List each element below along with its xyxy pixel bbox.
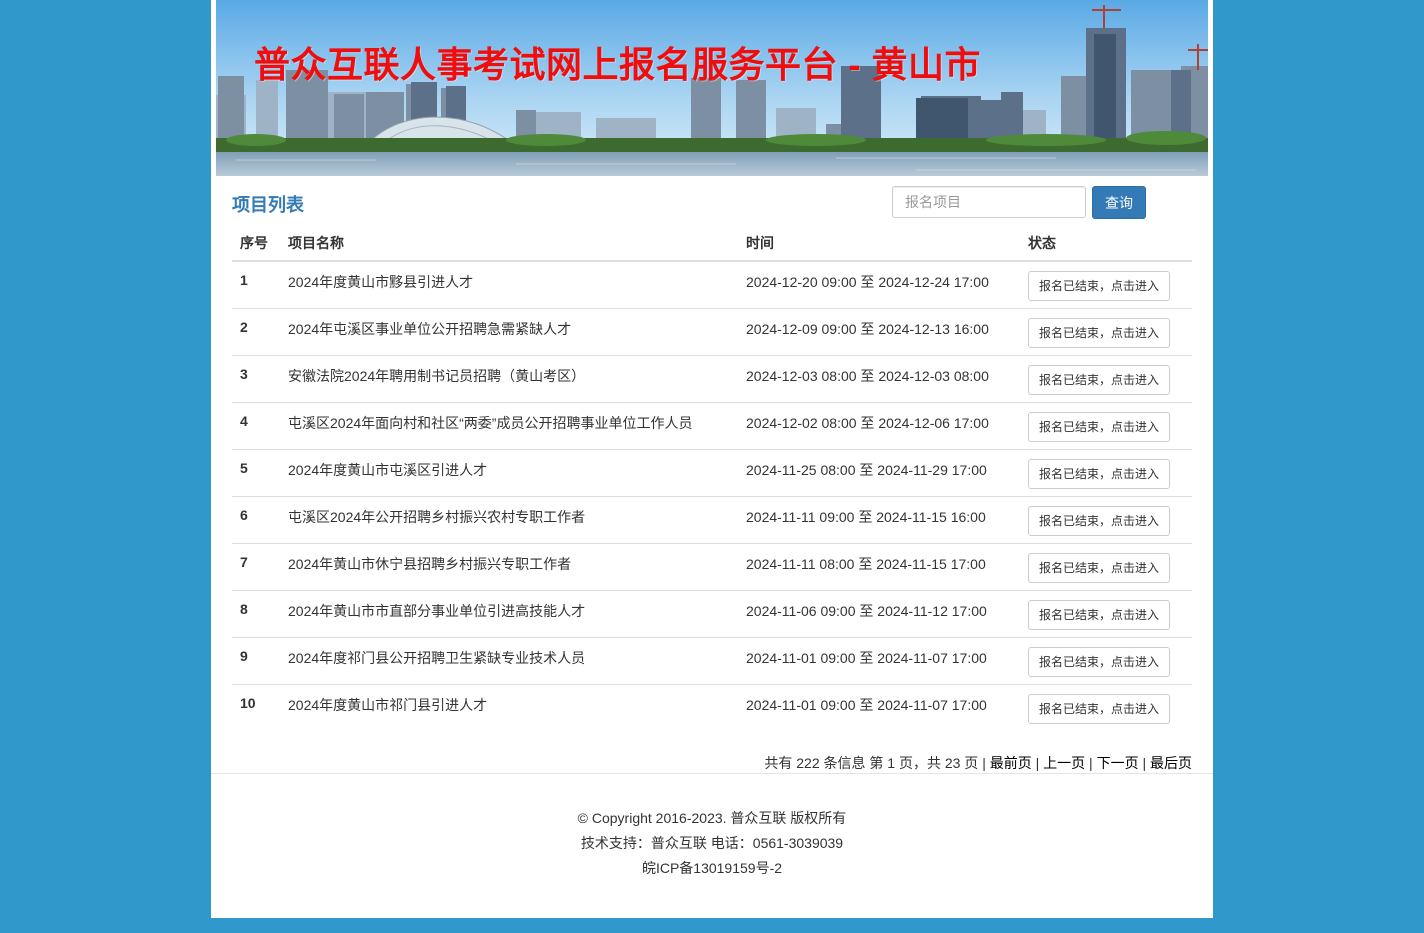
- project-name: 屯溪区2024年面向村和社区“两委”成员公开招聘事业单位工作人员: [280, 401, 738, 449]
- project-time: 2024-12-20 09:00 至 2024-12-24 17:00: [746, 274, 989, 290]
- pagination: 共有 222 条信息 第 1 页，共 23 页 | 最前页 | 上一页 | 下一…: [764, 753, 1192, 773]
- column-header-status: 状态: [1020, 226, 1192, 262]
- project-name: 屯溪区2024年公开招聘乡村振兴农村专职工作者: [280, 495, 738, 543]
- row-index: 1: [240, 272, 248, 288]
- search-button[interactable]: 查询: [1092, 186, 1146, 219]
- footer-support: 技术支持：普众互联 电话：0561-3039039: [580, 835, 844, 851]
- enter-project-button[interactable]: 报名已结束，点击进入: [1028, 364, 1171, 395]
- project-name: 2024年黄山市市直部分事业单位引进高技能人才: [280, 589, 738, 637]
- enter-project-button[interactable]: 报名已结束，点击进入: [1028, 552, 1171, 583]
- table-row: 2 2024年屯溪区事业单位公开招聘急需紧缺人才 2024-12-09 09:0…: [232, 307, 1192, 355]
- pagination-separator: |: [1142, 755, 1147, 771]
- project-time: 2024-11-06 09:00 至 2024-11-12 17:00: [738, 589, 1020, 637]
- project-time: 2024-11-11 09:00 至 2024-11-15 16:00: [738, 495, 1020, 543]
- header-banner: 普众互联人事考试网上报名服务平台 - 黄山市: [216, 0, 1208, 176]
- enter-project-button[interactable]: 报名已结束，点击进入: [1028, 693, 1171, 724]
- project-time: 2024-12-02 08:00 至 2024-12-06 17:00: [738, 401, 1020, 449]
- next-page-link[interactable]: 下一页: [1097, 755, 1139, 771]
- first-page-link[interactable]: 最前页: [990, 755, 1032, 771]
- enter-project-button[interactable]: 报名已结束，点击进入: [1028, 271, 1171, 301]
- footer-copyright: © Copyright 2016-2023. 普众互联 版权所有: [577, 810, 847, 826]
- enter-project-button[interactable]: 报名已结束，点击进入: [1028, 599, 1171, 630]
- table-row: 6 屯溪区2024年公开招聘乡村振兴农村专职工作者 2024-11-11 09:…: [232, 495, 1192, 543]
- project-name: 2024年度祁门县公开招聘卫生紧缺专业技术人员: [280, 636, 738, 684]
- footer-icp: 皖ICP备13019159号-2: [641, 860, 783, 876]
- enter-project-button[interactable]: 报名已结束，点击进入: [1028, 317, 1171, 348]
- project-time: 2024-12-03 08:00 至 2024-12-03 08:00: [738, 354, 1020, 402]
- city-skyline-image: [216, 0, 1208, 176]
- table-row: 8 2024年黄山市市直部分事业单位引进高技能人才 2024-11-06 09:…: [232, 589, 1192, 637]
- project-time: 2024-12-09 09:00 至 2024-12-13 16:00: [738, 307, 1020, 355]
- search-input[interactable]: [892, 186, 1086, 218]
- row-index: 2: [232, 307, 280, 355]
- enter-project-button[interactable]: 报名已结束，点击进入: [1028, 458, 1171, 489]
- section-title: 项目列表: [232, 195, 304, 215]
- table-row: 1 2024年度黄山市黟县引进人才 2024-12-20 09:00 至 202…: [232, 261, 1192, 308]
- table-header-row: 序号 项目名称 时间 状态: [232, 226, 1192, 262]
- project-time: 2024-11-01 09:00 至 2024-11-07 17:00: [738, 683, 1020, 731]
- row-index: 10: [232, 683, 280, 731]
- footer: © Copyright 2016-2023. 普众互联 版权所有 技术支持：普众…: [211, 806, 1213, 881]
- project-name: 2024年度黄山市屯溪区引进人才: [280, 448, 738, 496]
- table-row: 5 2024年度黄山市屯溪区引进人才 2024-11-25 08:00 至 20…: [232, 448, 1192, 496]
- table-row: 3 安徽法院2024年聘用制书记员招聘（黄山考区） 2024-12-03 08:…: [232, 354, 1192, 402]
- page-container: 普众互联人事考试网上报名服务平台 - 黄山市 项目列表 查询 序号 项目名称 时…: [211, 0, 1213, 918]
- row-index: 6: [232, 495, 280, 543]
- column-header-time: 时间: [738, 226, 1020, 262]
- project-name: 2024年度黄山市黟县引进人才: [288, 274, 474, 290]
- row-index: 5: [232, 448, 280, 496]
- footer-divider: [211, 773, 1213, 774]
- project-name: 2024年度黄山市祁门县引进人才: [280, 683, 738, 731]
- site-title: 普众互联人事考试网上报名服务平台 - 黄山市: [254, 44, 981, 85]
- row-index: 9: [232, 636, 280, 684]
- project-time: 2024-11-01 09:00 至 2024-11-07 17:00: [738, 636, 1020, 684]
- row-index: 4: [232, 401, 280, 449]
- project-name: 安徽法院2024年聘用制书记员招聘（黄山考区）: [280, 354, 738, 402]
- enter-project-button[interactable]: 报名已结束，点击进入: [1028, 411, 1171, 442]
- row-index: 7: [232, 542, 280, 590]
- project-name: 2024年屯溪区事业单位公开招聘急需紧缺人才: [280, 307, 738, 355]
- project-time: 2024-11-25 08:00 至 2024-11-29 17:00: [738, 448, 1020, 496]
- table-row: 10 2024年度黄山市祁门县引进人才 2024-11-01 09:00 至 2…: [232, 683, 1192, 731]
- pagination-summary: 共有 222 条信息 第 1 页，共 23 页: [764, 755, 979, 771]
- table-row: 7 2024年黄山市休宁县招聘乡村振兴专职工作者 2024-11-11 08:0…: [232, 542, 1192, 590]
- table-row: 9 2024年度祁门县公开招聘卫生紧缺专业技术人员 2024-11-01 09:…: [232, 636, 1192, 684]
- pagination-separator: |: [982, 755, 986, 771]
- column-header-index: 序号: [232, 226, 280, 262]
- enter-project-button[interactable]: 报名已结束，点击进入: [1028, 646, 1171, 677]
- project-table: 序号 项目名称 时间 状态 1 2024年度黄山市黟县引进人才 2024-12-…: [232, 226, 1192, 731]
- prev-page-link[interactable]: 上一页: [1043, 755, 1085, 771]
- project-name: 2024年黄山市休宁县招聘乡村振兴专职工作者: [280, 542, 738, 590]
- pagination-separator: |: [1089, 755, 1093, 771]
- enter-project-button[interactable]: 报名已结束，点击进入: [1028, 505, 1171, 536]
- row-index: 3: [232, 354, 280, 402]
- pagination-separator: |: [1035, 755, 1040, 771]
- project-time: 2024-11-11 08:00 至 2024-11-15 17:00: [738, 542, 1020, 590]
- column-header-name: 项目名称: [280, 226, 738, 262]
- table-row: 4 屯溪区2024年面向村和社区“两委”成员公开招聘事业单位工作人员 2024-…: [232, 401, 1192, 449]
- row-index: 8: [232, 589, 280, 637]
- last-page-link[interactable]: 最后页: [1150, 755, 1192, 771]
